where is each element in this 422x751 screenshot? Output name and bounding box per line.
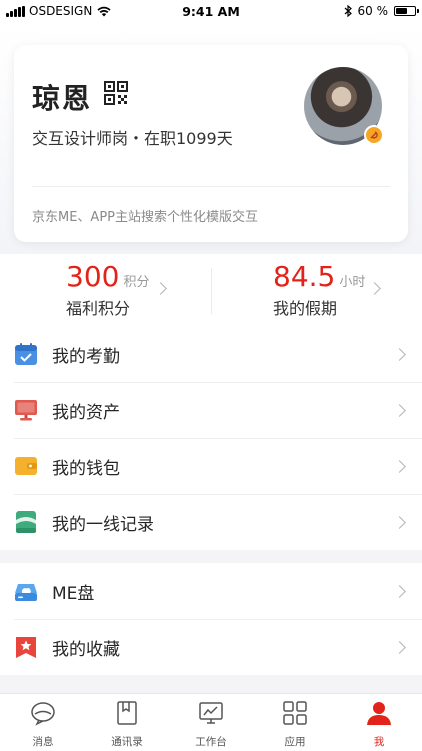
chevron-right-icon <box>368 282 381 295</box>
vacation-stat[interactable]: 84.5 小时 我的假期 <box>273 260 365 319</box>
menu-item-label: 我的收藏 <box>52 640 120 660</box>
menu-item-label: 我的考勤 <box>52 347 120 367</box>
tab-label: 我 <box>373 736 385 748</box>
menu-item-wallet[interactable]: 我的钱包 <box>0 438 422 494</box>
chevron-right-icon <box>393 460 406 473</box>
workbench-icon <box>199 702 223 724</box>
battery-percentage: 60 % <box>357 4 389 18</box>
status-right: 60 % <box>344 4 419 18</box>
cloud-drive-icon <box>15 584 37 601</box>
stats-divider <box>211 268 212 314</box>
message-icon <box>31 702 55 726</box>
bookmark-star-icon <box>16 637 36 658</box>
notebook-icon <box>16 511 36 533</box>
party-badge-icon <box>364 125 384 145</box>
profile-description: 京东ME、APP主站搜索个性化模版交互 <box>32 210 259 225</box>
bottom-tab-bar: 消息 通讯录 工作台 应用 我 <box>0 693 422 751</box>
stats-section: 300 积分 福利积分 84.5 小时 我的假期 <box>0 254 422 326</box>
chevron-right-icon <box>393 348 406 361</box>
menu-item-me-drive[interactable]: ME盘 <box>0 563 422 619</box>
tab-workbench[interactable]: 工作台 <box>169 700 253 749</box>
welfare-points-label: 福利积分 <box>66 299 131 318</box>
card-divider <box>32 186 390 187</box>
apps-icon <box>283 701 307 725</box>
tab-contacts[interactable]: 通讯录 <box>85 700 169 749</box>
qr-code-icon[interactable] <box>104 81 128 105</box>
chevron-right-icon <box>154 282 167 295</box>
welfare-points-value: 300 <box>66 260 120 293</box>
tab-messages[interactable]: 消息 <box>1 700 85 749</box>
tab-label: 应用 <box>284 736 306 748</box>
tab-me[interactable]: 我 <box>337 700 421 749</box>
vacation-label: 我的假期 <box>273 299 338 318</box>
profile-job-title: 交互设计师岗・在职1099天 <box>32 129 233 148</box>
vacation-unit: 小时 <box>339 275 366 290</box>
profile-card[interactable]: 琼恩 交互设计师岗・在职1099天 京东ME、APP主站搜索个性化模版交互 <box>14 45 408 242</box>
chevron-right-icon <box>393 585 406 598</box>
bluetooth-icon <box>344 5 352 17</box>
wallet-icon <box>15 457 37 475</box>
tab-label: 消息 <box>32 736 54 748</box>
monitor-icon <box>15 400 37 421</box>
menu-group-primary: 我的考勤 我的资产 我的钱包 我的一线记录 <box>0 326 422 550</box>
chevron-right-icon <box>393 641 406 654</box>
tab-label: 工作台 <box>195 736 227 748</box>
welfare-points-stat[interactable]: 300 积分 福利积分 <box>66 260 149 319</box>
chevron-right-icon <box>393 516 406 529</box>
calendar-icon <box>15 343 37 365</box>
profile-name: 琼恩 <box>32 82 93 115</box>
welfare-points-unit: 积分 <box>123 275 150 290</box>
menu-item-frontline-records[interactable]: 我的一线记录 <box>0 494 422 550</box>
menu-item-assets[interactable]: 我的资产 <box>0 382 422 438</box>
menu-group-secondary: ME盘 我的收藏 <box>0 563 422 675</box>
contacts-icon <box>117 701 137 725</box>
chevron-right-icon <box>393 404 406 417</box>
menu-item-attendance[interactable]: 我的考勤 <box>0 326 422 382</box>
person-icon <box>367 702 391 725</box>
menu-item-favorites[interactable]: 我的收藏 <box>0 619 422 675</box>
tab-label: 通讯录 <box>111 736 143 748</box>
tab-apps[interactable]: 应用 <box>253 700 337 749</box>
status-bar: OSDESIGN 9:41 AM 60 % <box>0 0 422 24</box>
vacation-value: 84.5 <box>273 260 336 293</box>
menu-item-label: ME盘 <box>52 584 95 604</box>
menu-item-label: 我的一线记录 <box>52 515 154 535</box>
menu-item-label: 我的资产 <box>52 403 120 423</box>
menu-item-label: 我的钱包 <box>52 459 120 479</box>
battery-icon <box>394 6 419 16</box>
